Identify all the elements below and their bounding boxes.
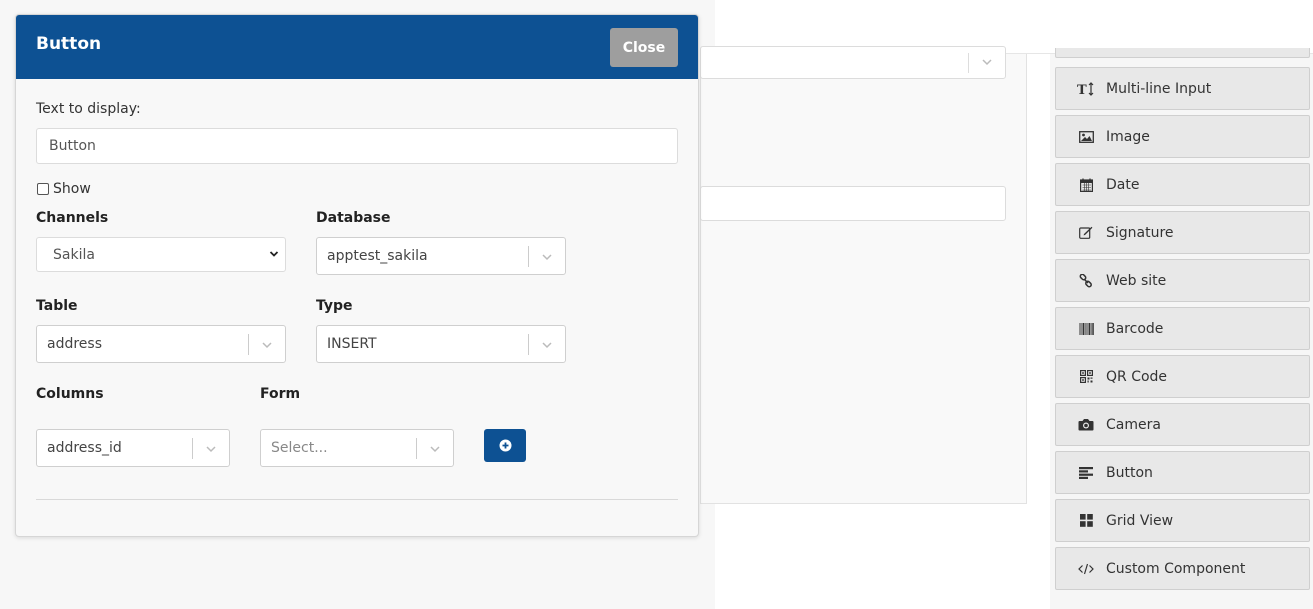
palette-item-label: Button xyxy=(1106,464,1153,481)
palette-item-label: Custom Component xyxy=(1106,560,1246,577)
chevron-down-icon xyxy=(542,254,552,261)
table-value: address xyxy=(47,336,103,352)
channels-value: Sakila xyxy=(53,246,95,263)
table-select[interactable]: address xyxy=(36,325,286,363)
type-value: INSERT xyxy=(327,336,377,352)
palette-item-custom-component[interactable]: Custom Component xyxy=(1055,547,1310,590)
edit-icon xyxy=(1076,226,1096,239)
chevron-down-icon xyxy=(982,59,992,66)
code-icon xyxy=(1076,563,1096,575)
palette-item-label: Signature xyxy=(1106,224,1174,241)
palette-item-grid-view[interactable]: Grid View xyxy=(1055,499,1310,542)
columns-select[interactable]: address_id xyxy=(36,429,230,467)
plus-circle-icon xyxy=(499,439,511,452)
image-icon xyxy=(1076,130,1096,143)
show-checkbox-row[interactable]: Show xyxy=(37,181,91,197)
add-column-button[interactable] xyxy=(484,429,526,462)
type-select[interactable]: INSERT xyxy=(316,325,566,363)
close-button[interactable]: Close xyxy=(610,28,678,67)
chevron-down-icon xyxy=(269,251,279,257)
database-label: Database xyxy=(316,210,391,226)
palette-item-date[interactable]: Date xyxy=(1055,163,1310,206)
type-label: Type xyxy=(316,298,353,314)
form-select[interactable]: Select... xyxy=(260,429,454,467)
palette-item-button[interactable]: Button xyxy=(1055,451,1310,494)
palette-item-camera[interactable]: Camera xyxy=(1055,403,1310,446)
text-height-icon: T xyxy=(1076,81,1096,96)
svg-text:T: T xyxy=(1077,83,1087,96)
palette-item-web-site[interactable]: Web site xyxy=(1055,259,1310,302)
form-placeholder: Select... xyxy=(271,440,328,456)
columns-value: address_id xyxy=(47,440,122,456)
palette-item-partial[interactable] xyxy=(1055,48,1310,58)
palette-item-multiline-input[interactable]: T Multi-line Input xyxy=(1055,67,1310,110)
palette-item-label: Date xyxy=(1106,176,1140,193)
palette-item-barcode[interactable]: Barcode xyxy=(1055,307,1310,350)
table-label: Table xyxy=(36,298,78,314)
text-to-display-label: Text to display: xyxy=(36,101,141,117)
database-value: apptest_sakila xyxy=(327,248,428,264)
show-checkbox[interactable] xyxy=(37,183,49,195)
palette-item-label: Grid View xyxy=(1106,512,1174,529)
channels-label: Channels xyxy=(36,210,109,226)
palette-item-image[interactable]: Image xyxy=(1055,115,1310,158)
text-to-display-input[interactable]: Button xyxy=(36,128,678,164)
chevron-down-icon xyxy=(542,342,552,349)
form-label: Form xyxy=(260,386,301,402)
palette-item-signature[interactable]: Signature xyxy=(1055,211,1310,254)
palette-item-label: Camera xyxy=(1106,416,1161,433)
show-label: Show xyxy=(53,181,91,197)
database-select[interactable]: apptest_sakila xyxy=(316,237,566,275)
qrcode-icon xyxy=(1076,370,1096,383)
columns-label: Columns xyxy=(36,386,104,402)
camera-icon xyxy=(1076,418,1096,431)
link-icon xyxy=(1076,273,1096,288)
modal-title: Button xyxy=(36,34,102,54)
palette-item-qr-code[interactable]: QR Code xyxy=(1055,355,1310,398)
chevron-down-icon xyxy=(262,342,272,349)
canvas-select-field[interactable] xyxy=(700,46,1006,79)
button-icon xyxy=(1076,466,1096,479)
chevron-down-icon xyxy=(206,446,216,453)
button-properties-modal: Button Close Text to display: Button Sho… xyxy=(15,14,699,537)
calendar-icon xyxy=(1076,178,1096,192)
canvas-text-field[interactable] xyxy=(700,186,1006,221)
palette-item-label: Web site xyxy=(1106,272,1167,289)
channels-select[interactable]: Sakila xyxy=(36,237,286,272)
palette-item-label: Image xyxy=(1106,128,1150,145)
palette-item-label: QR Code xyxy=(1106,368,1168,385)
chevron-down-icon xyxy=(430,446,440,453)
modal-header: Button Close xyxy=(16,15,698,79)
modal-divider xyxy=(36,499,678,500)
barcode-icon xyxy=(1076,322,1096,335)
grid-icon xyxy=(1076,514,1096,527)
form-canvas xyxy=(700,54,1027,504)
text-to-display-value: Button xyxy=(49,138,96,154)
palette-item-label: Multi-line Input xyxy=(1106,80,1212,97)
palette-item-label: Barcode xyxy=(1106,320,1164,337)
